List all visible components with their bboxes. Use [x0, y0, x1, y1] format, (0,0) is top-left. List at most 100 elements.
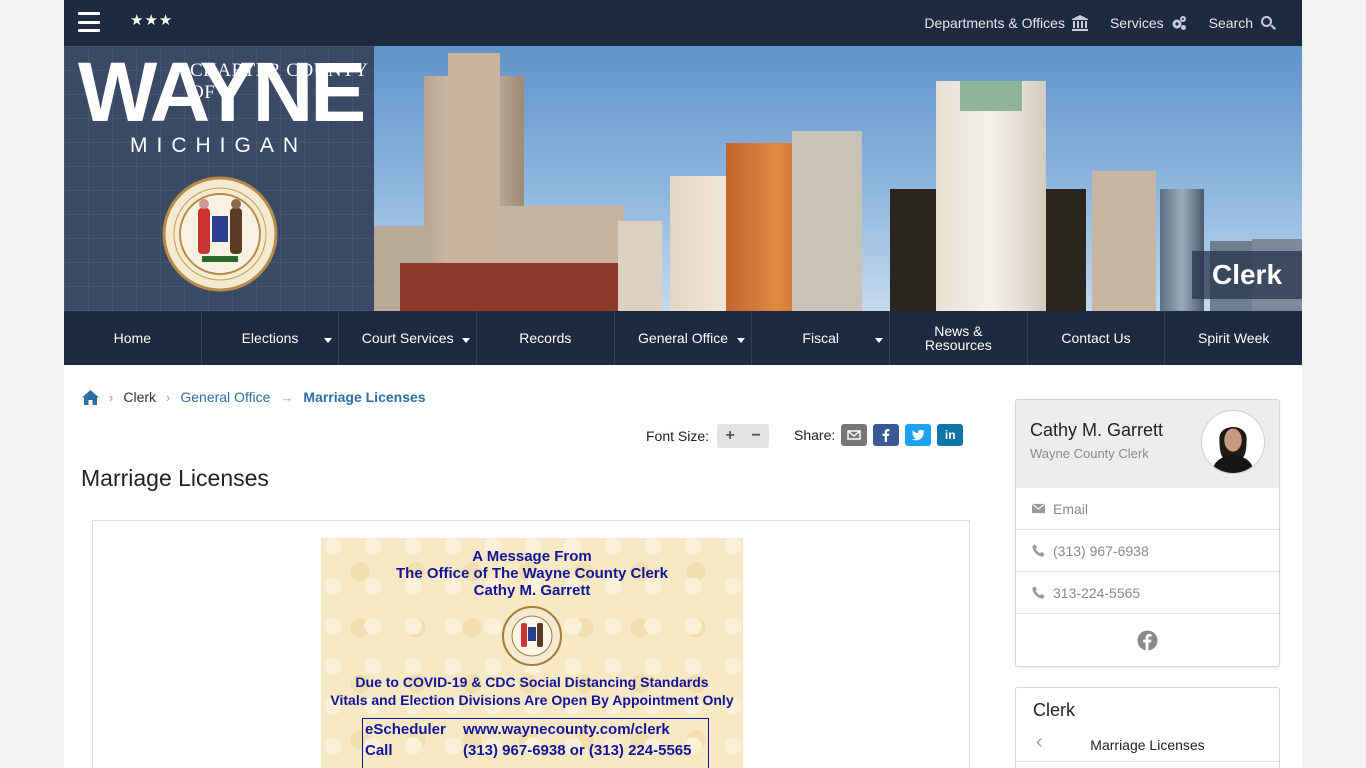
contact-name: Cathy M. Garrett: [1030, 420, 1164, 440]
county-seal-icon: [162, 176, 278, 292]
share-twitter-button[interactable]: [905, 424, 932, 446]
flyer-contact-table: eScheduler www.waynecounty.com/clerk Call…: [362, 718, 709, 768]
stars-icon: ★★★: [130, 12, 174, 29]
nav-court-services-label: Court Services: [361, 330, 454, 346]
nav-home[interactable]: Home: [64, 311, 202, 365]
page-tag: Clerk: [1192, 251, 1302, 299]
subnav-title: Clerk: [1033, 700, 1076, 720]
services-link[interactable]: Services: [1110, 15, 1187, 31]
font-size-control: Font Size: + −: [646, 424, 770, 448]
departments-offices-link[interactable]: Departments & Offices: [924, 15, 1088, 31]
clerk-seal-icon: [502, 606, 562, 666]
breadcrumb: › Clerk › General Office → Marriage Lice…: [82, 389, 426, 405]
font-increase-button[interactable]: +: [725, 427, 734, 445]
subnav-item-marriage-licenses[interactable]: Marriage Licenses: [1016, 728, 1279, 762]
city-skyline-image: Clerk: [374, 46, 1302, 311]
facebook-icon: [882, 429, 890, 442]
banner: WAYNE CHARTER COUNTY OF MICHIGAN Clerk: [64, 46, 1302, 311]
font-decrease-button[interactable]: −: [751, 427, 760, 445]
caret-down-icon[interactable]: [462, 338, 471, 343]
flyer-notice-2: Vitals and Election Divisions Are Open B…: [330, 692, 734, 708]
contact-phone-1[interactable]: (313) 967-6938: [1016, 530, 1279, 572]
section-subnav: Clerk ‹ Marriage Licenses: [1015, 687, 1280, 768]
nav-spirit-week-label: Spirit Week: [1198, 330, 1270, 346]
contact-role: Wayne County Clerk: [1030, 446, 1149, 461]
nav-general-office-label: General Office: [638, 330, 729, 346]
covid-notice-flyer: A Message From The Office of The Wayne C…: [321, 538, 743, 768]
share-facebook-button[interactable]: [873, 424, 900, 446]
breadcrumb-clerk: Clerk: [123, 389, 157, 405]
facebook-circle-icon[interactable]: [1137, 630, 1158, 651]
gears-icon: [1172, 16, 1186, 30]
flyer-line-1: A Message From: [472, 548, 592, 565]
nav-home-label: Home: [113, 330, 152, 346]
logo-michigan: MICHIGAN: [130, 134, 307, 157]
flyer-row-key: Call: [365, 742, 393, 759]
nav-general-office[interactable]: General Office: [615, 311, 753, 365]
nav-records[interactable]: Records: [477, 311, 615, 365]
nav-court-services[interactable]: Court Services: [339, 311, 478, 365]
share-email-button[interactable]: [841, 424, 868, 446]
page: ★★★ Departments & Offices Services Searc…: [64, 0, 1302, 768]
envelope-icon: [1032, 503, 1045, 514]
search-link[interactable]: Search: [1209, 15, 1276, 31]
share-linkedin-button[interactable]: in: [937, 424, 964, 446]
breadcrumb-marriage-licenses[interactable]: Marriage Licenses: [303, 389, 425, 405]
flyer-row: eScheduler www.waynecounty.com/clerk: [363, 719, 708, 740]
logo-charter: CHARTER COUNTY OF: [190, 60, 368, 103]
flyer-line-2: The Office of The Wayne County Clerk: [396, 565, 668, 582]
flyer-row-key: eScheduler: [365, 721, 446, 738]
flyer-row-value: www.waynecounty.com/clerk: [463, 721, 670, 738]
nav-contact-us-label: Contact Us: [1061, 330, 1131, 346]
flyer-row-value: (313) 967-6938 or (313) 224-5565: [463, 742, 692, 759]
share-bar: Share: in: [794, 424, 964, 446]
building-icon: [1071, 15, 1088, 31]
top-bar: ★★★ Departments & Offices Services Searc…: [64, 0, 1302, 46]
caret-down-icon[interactable]: [324, 338, 333, 343]
font-size-buttons: + −: [717, 424, 770, 448]
top-nav: Departments & Offices Services Search: [924, 0, 1276, 46]
contact-social: [1016, 614, 1279, 666]
envelope-icon: [847, 430, 861, 440]
departments-offices-label: Departments & Offices: [924, 15, 1065, 31]
home-icon[interactable]: [82, 389, 99, 405]
contact-phone-2[interactable]: 313-224-5565: [1016, 572, 1279, 614]
nav-fiscal[interactable]: Fiscal: [752, 311, 891, 365]
twitter-icon: [912, 429, 925, 441]
flyer-row: Call (313) 967-6938 or (313) 224-5565: [363, 740, 708, 761]
share-label: Share:: [794, 427, 836, 443]
nav-news-resources[interactable]: News & Resources: [890, 311, 1028, 365]
arrow-right-icon: →: [280, 389, 294, 405]
nav-contact-us[interactable]: Contact Us: [1028, 311, 1166, 365]
flyer-line-3: Cathy M. Garrett: [473, 582, 591, 599]
content-card: A Message From The Office of The Wayne C…: [92, 520, 970, 768]
nav-elections[interactable]: Elections: [202, 311, 340, 365]
flyer-notice-1: Due to COVID-19 & CDC Social Distancing …: [355, 674, 709, 690]
nav-fiscal-label: Fiscal: [802, 330, 839, 346]
contact-email-label: Email: [1053, 500, 1089, 517]
search-icon: [1261, 16, 1276, 30]
avatar: [1201, 410, 1265, 474]
contact-header: Cathy M. Garrett Wayne County Clerk: [1016, 400, 1279, 488]
nav-spirit-week[interactable]: Spirit Week: [1165, 311, 1302, 365]
contact-email-link[interactable]: Email: [1016, 488, 1279, 530]
font-size-label: Font Size:: [646, 428, 710, 444]
nav-news-resources-label: News & Resources: [924, 323, 992, 353]
breadcrumb-general-office[interactable]: General Office: [180, 389, 270, 405]
nav-elections-label: Elections: [241, 330, 299, 346]
contact-card: Cathy M. Garrett Wayne County Clerk Emai…: [1015, 399, 1280, 667]
caret-down-icon[interactable]: [737, 338, 746, 343]
main-nav: Home Elections Court Services Records Ge…: [64, 311, 1302, 365]
chevron-right-icon: ›: [109, 389, 114, 405]
hamburger-menu-icon[interactable]: [78, 12, 100, 32]
contact-phone-1-text: (313) 967-6938: [1053, 542, 1149, 559]
caret-down-icon[interactable]: [875, 338, 884, 343]
phone-icon: [1032, 544, 1045, 557]
search-label: Search: [1208, 15, 1253, 31]
nav-records-label: Records: [519, 330, 572, 346]
county-logo[interactable]: WAYNE CHARTER COUNTY OF MICHIGAN: [64, 46, 374, 311]
services-label: Services: [1109, 15, 1164, 31]
page-title: Marriage Licenses: [81, 465, 269, 491]
chevron-right-icon: ›: [166, 389, 171, 405]
linkedin-icon: in: [944, 428, 956, 442]
